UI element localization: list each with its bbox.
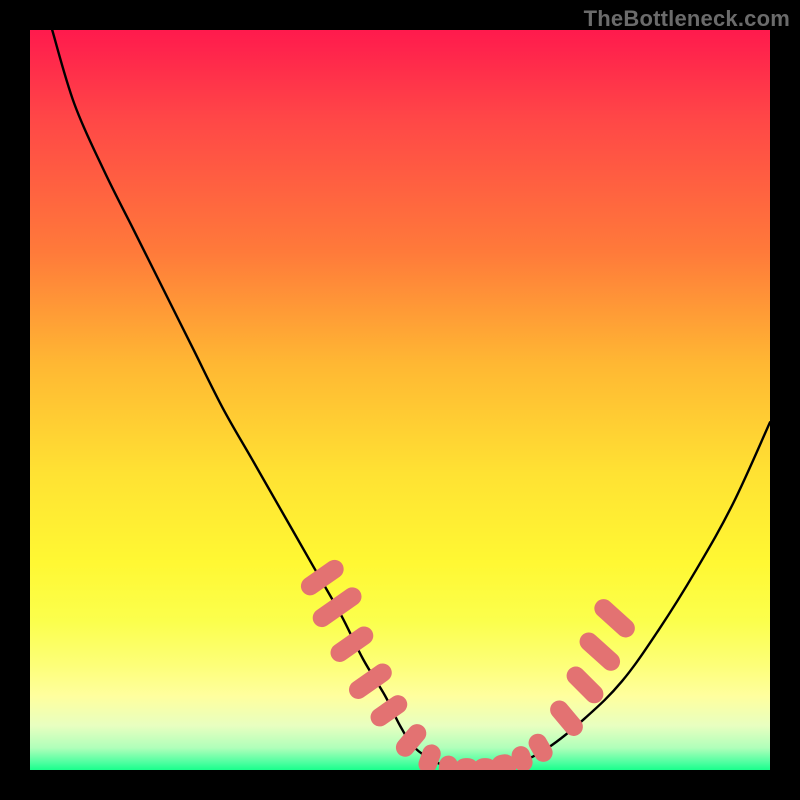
curve-layer [30, 30, 770, 770]
curve-marker [576, 629, 624, 675]
bottleneck-curve [52, 30, 770, 770]
watermark-text: TheBottleneck.com [584, 6, 790, 32]
curve-marker [591, 595, 639, 641]
chart-frame: TheBottleneck.com [0, 0, 800, 800]
curve-marker [563, 663, 607, 707]
curve-marker [367, 692, 411, 730]
curve-marker [345, 660, 395, 703]
curve-markers [297, 556, 638, 770]
curve-marker [327, 623, 377, 666]
curve-marker [297, 556, 347, 599]
plot-area [30, 30, 770, 770]
